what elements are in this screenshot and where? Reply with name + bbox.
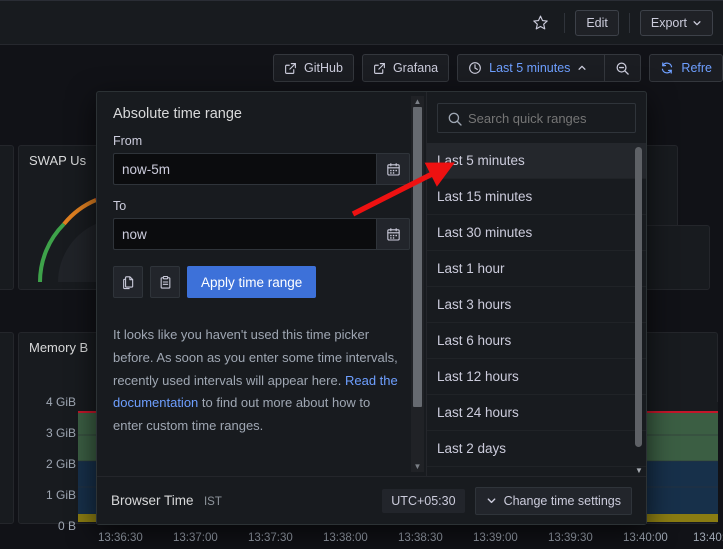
panel-left-edge-bottom bbox=[0, 332, 14, 524]
time-range-control-group: Last 5 minutes bbox=[457, 54, 641, 82]
quick-range-item[interactable]: Last 12 hours bbox=[427, 359, 646, 395]
x-tick-4: 13:38:30 bbox=[398, 532, 443, 544]
time-range-picker-button[interactable]: Last 5 minutes bbox=[458, 55, 597, 81]
zoom-out-button[interactable] bbox=[604, 55, 640, 81]
calendar-icon[interactable] bbox=[376, 153, 410, 185]
browser-time-label: Browser Time bbox=[111, 493, 194, 508]
export-button[interactable]: Export bbox=[640, 10, 713, 36]
clock-icon bbox=[468, 61, 482, 75]
absolute-actions-row: Apply time range bbox=[113, 266, 410, 298]
chevron-down-icon bbox=[486, 495, 497, 506]
scroll-down-icon[interactable]: ▼ bbox=[634, 464, 644, 476]
quick-range-item[interactable]: Last 15 minutes bbox=[427, 179, 646, 215]
export-button-label: Export bbox=[651, 16, 687, 30]
refresh-button-label: Refre bbox=[681, 61, 712, 75]
app-toolbar: Edit Export bbox=[0, 1, 723, 45]
from-input[interactable] bbox=[113, 153, 376, 185]
y-tick-1gib: 1 GiB bbox=[46, 488, 76, 502]
utc-offset-badge: UTC+05:30 bbox=[382, 489, 464, 513]
refresh-button[interactable]: Refre bbox=[649, 54, 723, 82]
change-time-settings-button[interactable]: Change time settings bbox=[475, 487, 632, 515]
time-picker-body: Absolute time range From To bbox=[97, 92, 646, 476]
y-tick-3gib: 3 GiB bbox=[46, 426, 76, 440]
quick-range-item[interactable]: Last 2 days bbox=[427, 431, 646, 467]
edit-button[interactable]: Edit bbox=[575, 10, 619, 36]
x-tick-5: 13:39:00 bbox=[473, 532, 518, 544]
time-range-label: Last 5 minutes bbox=[489, 61, 570, 75]
memory-chart-y-axis: 4 GiB 3 GiB 2 GiB 1 GiB 0 B bbox=[20, 395, 76, 525]
from-field-label: From bbox=[113, 134, 410, 148]
to-field-row bbox=[113, 218, 410, 250]
quick-range-item[interactable]: Last 30 minutes bbox=[427, 215, 646, 251]
x-tick-8: 13:40:3 bbox=[693, 532, 723, 544]
quick-ranges-scrollbar[interactable]: ▲ bbox=[634, 145, 644, 462]
absolute-time-range-title: Absolute time range bbox=[113, 106, 410, 122]
x-tick-6: 13:39:30 bbox=[548, 532, 593, 544]
chevron-down-icon bbox=[692, 18, 702, 28]
github-link-button[interactable]: GitHub bbox=[273, 54, 354, 82]
browser-time-group[interactable]: Browser Time IST bbox=[111, 492, 222, 510]
x-tick-1: 13:37:00 bbox=[173, 532, 218, 544]
edit-button-label: Edit bbox=[586, 16, 608, 30]
x-tick-2: 13:37:30 bbox=[248, 532, 293, 544]
quick-range-item[interactable]: Last 5 minutes bbox=[427, 143, 646, 179]
quick-ranges-section: Last 5 minutes Last 15 minutes Last 30 m… bbox=[427, 92, 646, 476]
time-range-picker-panel: Absolute time range From To bbox=[96, 91, 647, 525]
to-field-label: To bbox=[113, 199, 410, 213]
grafana-link-button[interactable]: Grafana bbox=[362, 54, 449, 82]
quick-search-wrapper bbox=[427, 92, 646, 143]
time-picker-hint: It looks like you haven't used this time… bbox=[113, 324, 410, 438]
timezone-abbrev: IST bbox=[204, 496, 222, 508]
y-tick-4gib: 4 GiB bbox=[46, 395, 76, 409]
absolute-section-scrollbar[interactable]: ▲ ▼ bbox=[411, 96, 424, 472]
zoom-out-icon bbox=[615, 61, 630, 76]
change-time-settings-label: Change time settings bbox=[504, 494, 621, 508]
time-picker-footer: Browser Time IST UTC+05:30 Change time s… bbox=[97, 476, 646, 524]
from-field-row bbox=[113, 153, 410, 185]
quick-range-item[interactable]: Last 24 hours bbox=[427, 395, 646, 431]
x-tick-7: 13:40:00 bbox=[623, 532, 668, 544]
x-tick-0: 13:36:30 bbox=[98, 532, 143, 544]
grafana-link-label: Grafana bbox=[393, 61, 438, 75]
scroll-up-icon[interactable]: ▲ bbox=[411, 96, 424, 107]
to-input[interactable] bbox=[113, 218, 376, 250]
dashboard-controls-row: GitHub Grafana Last 5 minutes bbox=[0, 46, 723, 90]
toolbar-divider-2 bbox=[629, 13, 630, 33]
apply-time-range-button[interactable]: Apply time range bbox=[187, 266, 316, 298]
external-link-icon bbox=[373, 62, 386, 75]
quick-range-item[interactable]: Last 3 hours bbox=[427, 287, 646, 323]
y-tick-2gib: 2 GiB bbox=[46, 457, 76, 471]
copy-icon[interactable] bbox=[113, 266, 143, 298]
memory-chart-x-axis: 13:36:30 13:37:00 13:37:30 13:38:00 13:3… bbox=[0, 530, 723, 549]
quick-range-item[interactable]: Last 1 hour bbox=[427, 251, 646, 287]
chevron-up-icon bbox=[577, 63, 587, 73]
github-link-label: GitHub bbox=[304, 61, 343, 75]
external-link-icon bbox=[284, 62, 297, 75]
panel-left-edge bbox=[0, 145, 14, 290]
quick-ranges-list: Last 5 minutes Last 15 minutes Last 30 m… bbox=[427, 143, 646, 476]
scrollbar-thumb[interactable] bbox=[413, 107, 422, 407]
scroll-down-icon[interactable]: ▼ bbox=[411, 461, 424, 472]
refresh-icon bbox=[660, 61, 674, 75]
toolbar-divider-1 bbox=[564, 13, 565, 33]
calendar-icon[interactable] bbox=[376, 218, 410, 250]
search-input[interactable] bbox=[437, 103, 636, 133]
clipboard-paste-icon[interactable] bbox=[150, 266, 180, 298]
scrollbar-thumb[interactable] bbox=[635, 147, 642, 447]
quick-range-item[interactable]: Last 6 hours bbox=[427, 323, 646, 359]
star-icon[interactable] bbox=[526, 10, 554, 36]
x-tick-3: 13:38:00 bbox=[323, 532, 368, 544]
absolute-time-range-section: Absolute time range From To bbox=[97, 92, 427, 476]
